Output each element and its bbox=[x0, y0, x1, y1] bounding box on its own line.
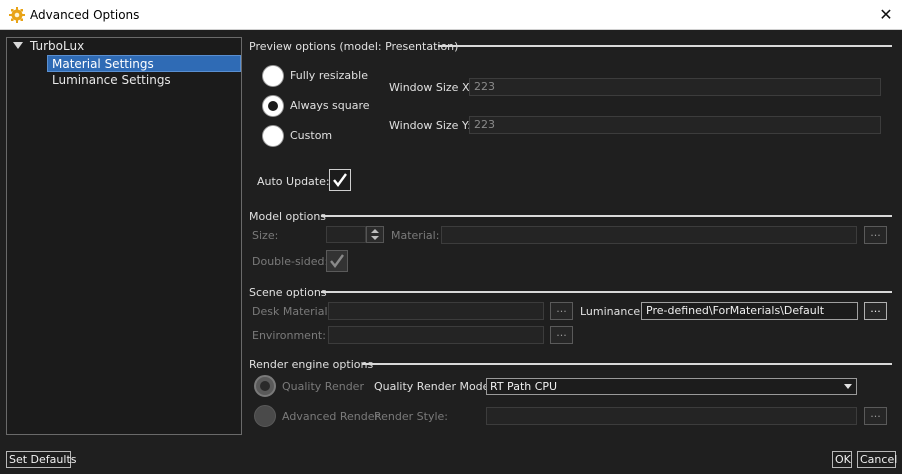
chevron-down-icon bbox=[844, 384, 852, 389]
render-style-label: Render Style: bbox=[374, 410, 448, 423]
size-label: Size: bbox=[252, 229, 279, 242]
settings-tree[interactable]: TurboLux Material Settings Luminance Set… bbox=[6, 37, 242, 435]
window-size-x-field[interactable]: 223 bbox=[469, 78, 881, 96]
model-options-heading: Model options bbox=[249, 210, 327, 223]
spin-arrows-icon[interactable] bbox=[366, 226, 384, 243]
ok-button[interactable]: OK bbox=[832, 451, 852, 468]
checkmark-icon bbox=[330, 254, 344, 268]
window-title: Advanced Options bbox=[30, 8, 140, 22]
advanced-render-label: Advanced Render bbox=[282, 410, 379, 423]
window-size-x-label: Window Size X: bbox=[389, 81, 474, 94]
fully-resizable-radio[interactable] bbox=[262, 65, 284, 87]
cancel-button[interactable]: Cancel bbox=[857, 451, 897, 468]
luminance-browse-button[interactable]: ... bbox=[864, 302, 887, 320]
checkmark-icon bbox=[333, 173, 347, 187]
gear-icon bbox=[9, 7, 25, 23]
quality-render-radio[interactable] bbox=[254, 375, 276, 397]
double-sided-checkbox[interactable] bbox=[326, 250, 348, 272]
fully-resizable-label: Fully resizable bbox=[290, 69, 368, 82]
section-divider bbox=[362, 363, 892, 365]
window-size-y-field[interactable]: 223 bbox=[469, 116, 881, 134]
desk-material-browse-button[interactable]: ... bbox=[550, 302, 573, 320]
custom-radio[interactable] bbox=[262, 125, 284, 147]
material-label: Material: bbox=[391, 229, 440, 242]
render-style-field[interactable] bbox=[486, 407, 857, 425]
title-bar: Advanced Options ✕ bbox=[0, 0, 902, 30]
custom-label: Custom bbox=[290, 129, 333, 142]
tree-item-material-settings[interactable]: Material Settings bbox=[47, 55, 241, 72]
set-defaults-button[interactable]: Set Defaults bbox=[6, 451, 76, 468]
environment-label: Environment: bbox=[252, 329, 326, 342]
material-browse-button[interactable]: ... bbox=[864, 226, 887, 244]
close-button[interactable]: ✕ bbox=[870, 0, 902, 30]
section-divider bbox=[321, 215, 892, 217]
section-divider bbox=[321, 291, 892, 293]
luminance-field[interactable]: Pre-defined\ForMaterials\Default bbox=[641, 302, 858, 320]
window-size-y-label: Window Size Y: bbox=[389, 119, 471, 132]
render-style-browse-button[interactable]: ... bbox=[864, 407, 887, 425]
scene-options-heading: Scene options bbox=[249, 286, 327, 299]
environment-field[interactable] bbox=[328, 326, 544, 344]
size-field[interactable] bbox=[326, 226, 366, 243]
always-square-label: Always square bbox=[290, 99, 370, 112]
auto-update-label: Auto Update: bbox=[257, 175, 330, 188]
quality-render-mode-value: RT Path CPU bbox=[490, 380, 558, 393]
triangle-down-icon[interactable] bbox=[13, 42, 23, 49]
luminance-label: Luminance: bbox=[580, 305, 644, 318]
render-options-heading: Render engine options bbox=[249, 358, 374, 371]
preview-options-heading: Preview options (model: Presentation) bbox=[249, 40, 459, 53]
section-divider bbox=[438, 45, 892, 47]
tree-item-luminance-settings[interactable]: Luminance Settings bbox=[48, 72, 171, 89]
quality-render-label: Quality Render bbox=[282, 380, 364, 393]
quality-render-mode-select[interactable]: RT Path CPU bbox=[486, 378, 857, 395]
desk-material-label: Desk Material: bbox=[252, 305, 332, 318]
double-sided-label: Double-sided: bbox=[252, 255, 329, 268]
auto-update-checkbox[interactable] bbox=[329, 169, 351, 191]
quality-render-mode-label: Quality Render Mode: bbox=[374, 380, 494, 393]
tree-root-turbolux[interactable]: TurboLux bbox=[30, 39, 84, 53]
desk-material-field[interactable] bbox=[328, 302, 544, 320]
always-square-radio[interactable] bbox=[262, 95, 284, 117]
advanced-render-radio[interactable] bbox=[254, 405, 276, 427]
material-field[interactable] bbox=[441, 226, 857, 244]
environment-browse-button[interactable]: ... bbox=[550, 326, 573, 344]
